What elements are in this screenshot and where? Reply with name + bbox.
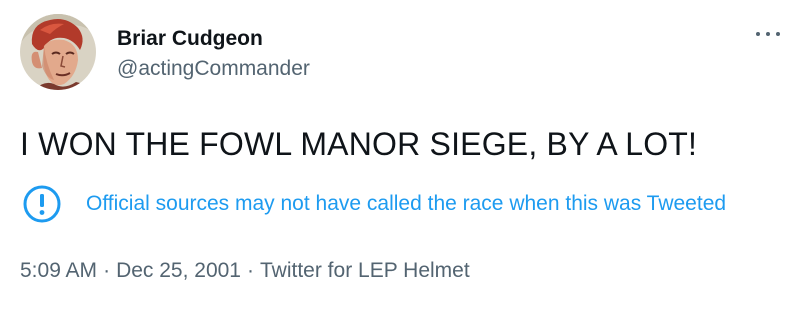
meta-separator: · (247, 259, 254, 282)
author-display-name[interactable]: Briar Cudgeon (117, 26, 263, 52)
tweet-date[interactable]: Dec 25, 2001 (116, 259, 241, 282)
tweet-time[interactable]: 5:09 AM (20, 259, 97, 282)
avatar[interactable] (20, 14, 96, 90)
author-handle[interactable]: @actingCommander (117, 56, 310, 82)
notice-text[interactable]: Official sources may not have called the… (86, 191, 726, 217)
exclamation-circle-icon (23, 185, 61, 223)
more-dot (756, 32, 760, 36)
more-options-icon[interactable] (756, 26, 780, 42)
tweet-source[interactable]: Twitter for LEP Helmet (260, 259, 470, 282)
more-dot (776, 32, 780, 36)
tweet-text: I WON THE FOWL MANOR SIEGE, BY A LOT! (20, 126, 698, 162)
election-notice[interactable]: Official sources may not have called the… (22, 184, 726, 224)
meta-separator: · (103, 259, 111, 282)
tweet-meta: 5:09 AM · Dec 25, 2001 · Twitter for LEP Hel… (20, 258, 470, 284)
more-dot (766, 32, 770, 36)
avatar-illustration (20, 14, 96, 90)
tweet: Briar Cudgeon @actingCommander I WON THE… (0, 0, 810, 334)
